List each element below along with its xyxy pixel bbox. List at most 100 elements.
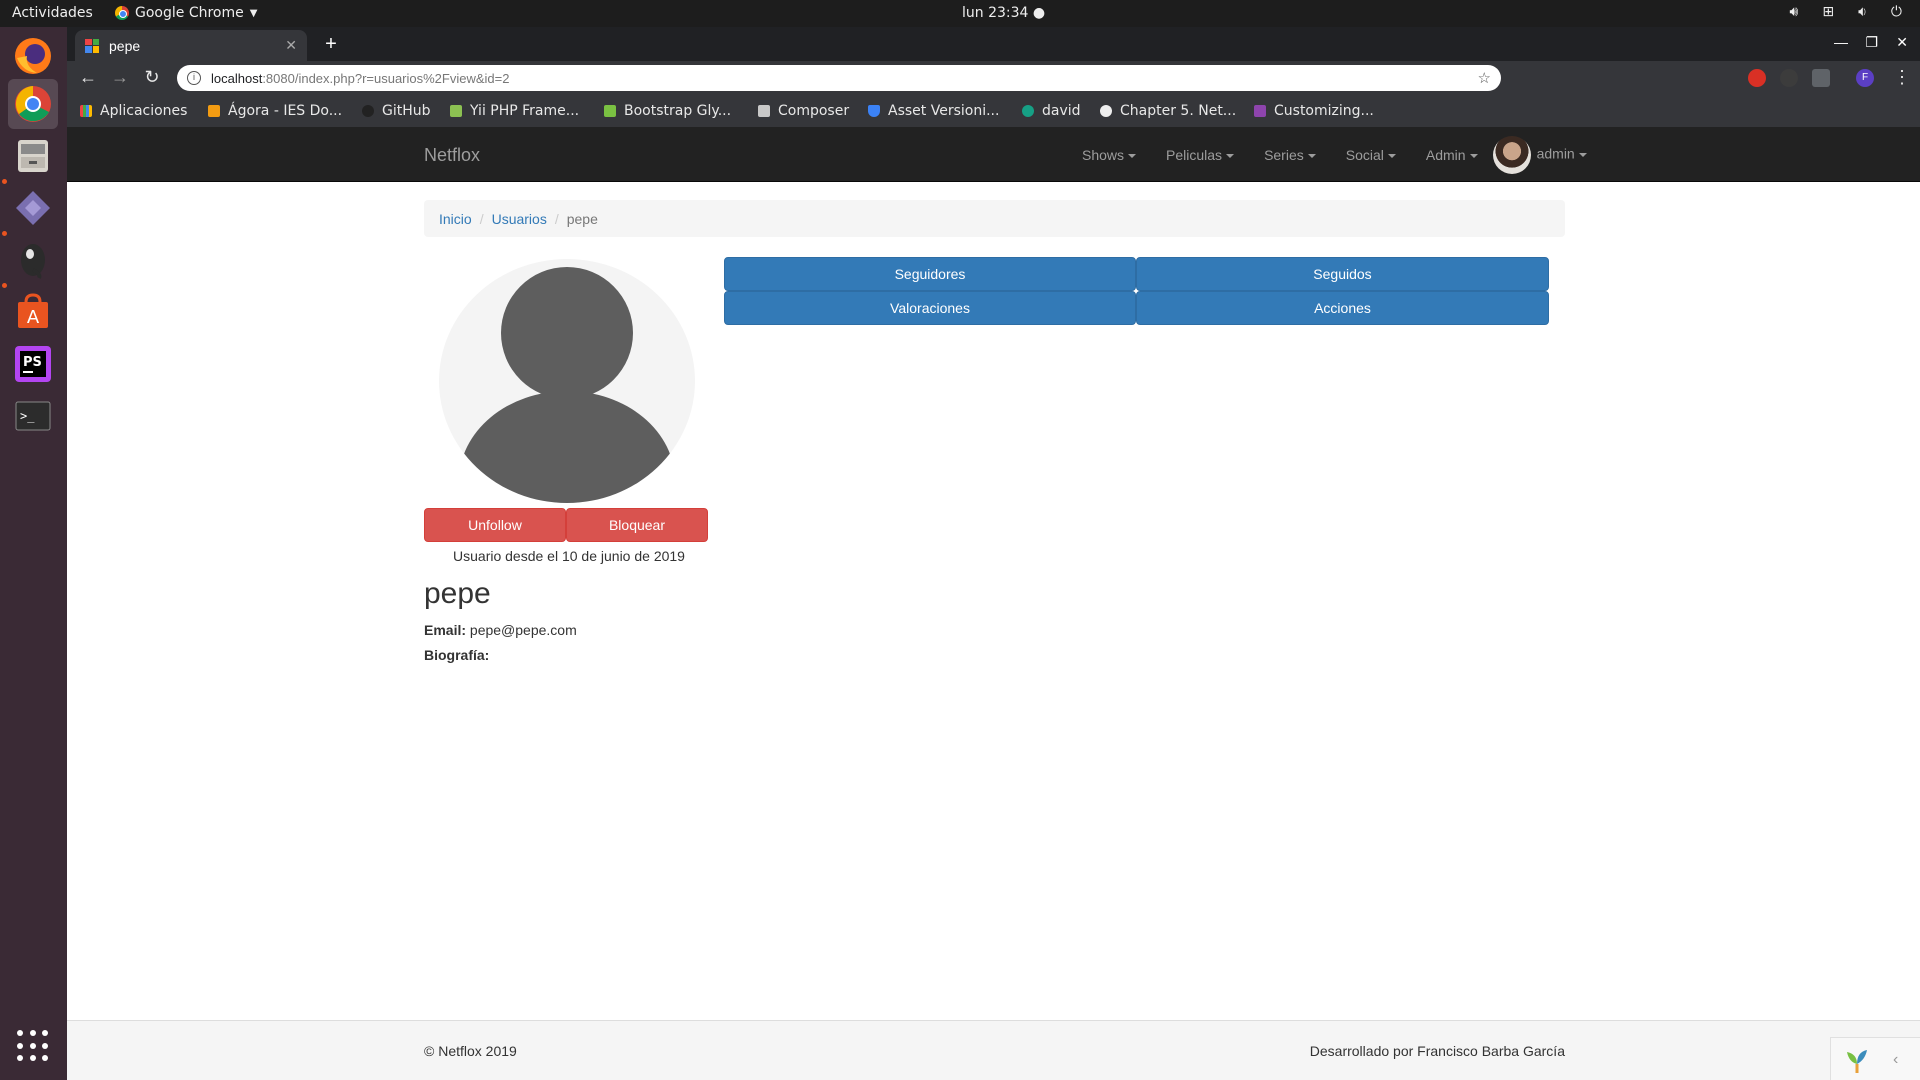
svg-text:>_: >_ <box>20 409 35 423</box>
chrome-launcher[interactable] <box>8 79 58 129</box>
files-launcher[interactable] <box>8 131 58 181</box>
followers-button[interactable]: Seguidores <box>724 257 1136 291</box>
address-bar[interactable]: i localhost:8080/index.php?r=usuarios%2F… <box>177 65 1501 91</box>
show-applications-button[interactable] <box>17 1030 49 1062</box>
back-icon[interactable]: ← <box>77 67 99 88</box>
extension-red-icon[interactable] <box>1748 69 1766 87</box>
bookmark-item[interactable]: Composer <box>758 103 849 119</box>
bookmark-item[interactable]: Customizing... <box>1254 103 1374 119</box>
site-footer: © Netflox 2019 Desarrollado por Francisc… <box>67 1020 1920 1080</box>
chrome-icon <box>15 86 51 122</box>
bookmark-label: Bootstrap Gly... <box>624 103 732 119</box>
power-icon[interactable]: ⏻ <box>1891 4 1902 20</box>
profile-avatar-placeholder <box>439 259 695 503</box>
nav-label: Social <box>1345 146 1384 163</box>
breadcrumb-separator: / <box>479 210 484 227</box>
extension-grid-icon[interactable] <box>1812 69 1830 87</box>
ratings-button[interactable]: Valoraciones <box>724 291 1136 325</box>
software-center-launcher[interactable]: A <box>8 287 58 337</box>
volume-icon[interactable]: 🔉︎ <box>1858 4 1867 20</box>
new-tab-button[interactable]: + <box>319 34 343 54</box>
bookmark-item[interactable]: Ágora - IES Do... <box>208 103 342 119</box>
actions-button[interactable]: Acciones <box>1136 291 1549 325</box>
firefox-icon <box>15 38 51 74</box>
nav-item-shows[interactable]: Shows <box>1067 147 1151 163</box>
gitkraken-launcher[interactable] <box>8 183 58 233</box>
nav-item-admin[interactable]: Admin <box>1411 147 1493 163</box>
clock[interactable]: lun 23:34 ● <box>962 5 1045 21</box>
nav-item-series[interactable]: Series <box>1249 147 1331 163</box>
svg-text:A: A <box>27 307 40 328</box>
minimize-icon[interactable]: — <box>1834 34 1848 50</box>
following-button[interactable]: Seguidos <box>1136 257 1549 291</box>
email-value: pepe@pepe.com <box>469 622 577 638</box>
bookmark-label: Customizing... <box>1274 103 1374 119</box>
browser-tab[interactable]: pepe ✕ <box>75 30 307 61</box>
bookmark-item[interactable]: Yii PHP Frame... <box>450 103 579 119</box>
footer-credits: Desarrollado por Francisco Barba García <box>1309 1043 1565 1059</box>
nav-label: Admin <box>1425 146 1466 163</box>
menu-kebab-icon[interactable]: ⋮ <box>1891 67 1913 88</box>
bookmarks-bar: Aplicaciones Ágora - IES Do... GitHub Yi… <box>67 95 1920 127</box>
bookmark-label: Chapter 5. Net... <box>1120 103 1237 119</box>
bookmark-label: Composer <box>778 103 850 119</box>
web-page: Netflox Shows Peliculas Series Social Ad… <box>67 127 1920 1080</box>
running-indicator <box>2 283 7 288</box>
forward-icon[interactable]: → <box>109 67 131 88</box>
network-icon[interactable]: ⊞ <box>1822 4 1834 20</box>
system-tray[interactable]: 🔊︎ ⊞ 🔉︎ ⏻ <box>1790 4 1902 20</box>
breadcrumb-current: pepe <box>566 210 598 227</box>
email-label: Email: <box>424 622 467 638</box>
shield-icon <box>868 105 880 117</box>
bookmark-item[interactable]: Bootstrap Gly... <box>604 103 731 119</box>
extension-dark-icon[interactable] <box>1780 69 1798 87</box>
caret-down-icon <box>1578 152 1587 157</box>
footer-copyright: © Netflox 2019 <box>424 1043 517 1059</box>
browser-tab-strip: pepe ✕ + — ❐ ✕ <box>67 27 1920 61</box>
running-indicator <box>2 231 7 236</box>
bookmark-item[interactable]: Aplicaciones <box>80 103 187 119</box>
nav-item-social[interactable]: Social <box>1331 147 1411 163</box>
restore-icon[interactable]: ❐ <box>1865 34 1878 51</box>
url-host: localhost <box>211 70 263 86</box>
bookmark-item[interactable]: Asset Versioni... <box>868 103 999 119</box>
speaker-icon[interactable]: 🔊︎ <box>1790 4 1799 20</box>
bookmark-label: Asset Versioni... <box>888 103 1000 119</box>
nav-user-menu[interactable]: admin <box>1492 135 1602 174</box>
info-icon[interactable]: i <box>187 71 201 85</box>
github-icon <box>362 105 374 117</box>
avatar <box>1492 135 1531 174</box>
chrome-icon <box>115 6 129 20</box>
bookmark-label: Aplicaciones <box>100 103 188 119</box>
bookmark-item[interactable]: david <box>1022 103 1081 119</box>
nav-label: Shows <box>1082 146 1125 163</box>
breadcrumb-home-link[interactable]: Inicio <box>439 211 472 227</box>
bookmark-item[interactable]: Chapter 5. Net... <box>1100 103 1236 119</box>
nav-label: Peliculas <box>1166 146 1223 163</box>
close-window-icon[interactable]: ✕ <box>1896 34 1908 51</box>
site-brand[interactable]: Netflox <box>424 145 480 166</box>
nav-item-peliculas[interactable]: Peliculas <box>1151 147 1249 163</box>
caret-down-icon <box>1387 153 1396 158</box>
terminal-launcher[interactable]: >_ <box>8 391 58 441</box>
bookmark-item[interactable]: GitHub <box>362 103 431 119</box>
chevron-left-icon[interactable]: ‹ <box>1893 1051 1898 1069</box>
h-icon <box>1254 105 1266 117</box>
phpstorm-launcher[interactable]: PS <box>8 339 58 389</box>
yii-favicon-icon <box>85 38 99 53</box>
unfollow-button[interactable]: Unfollow <box>424 508 566 542</box>
running-indicator <box>2 179 7 184</box>
app-menu[interactable]: Google Chrome ▼ <box>115 5 257 21</box>
activities-button[interactable]: Actividades <box>12 5 93 21</box>
block-button[interactable]: Bloquear <box>566 508 708 542</box>
pgadmin-launcher[interactable] <box>8 235 58 285</box>
bootstrap-icon <box>604 105 616 117</box>
star-icon[interactable]: ☆ <box>1478 69 1491 87</box>
url-path: :8080/index.php?r=usuarios%2Fview&id=2 <box>262 70 510 86</box>
profile-avatar[interactable]: F <box>1856 69 1874 87</box>
close-icon[interactable]: ✕ <box>285 37 297 54</box>
breadcrumb-users-link[interactable]: Usuarios <box>492 211 547 227</box>
firefox-launcher[interactable] <box>8 31 58 81</box>
reload-icon[interactable]: ↻ <box>141 67 163 88</box>
yii-debug-toolbar[interactable]: ‹ <box>1830 1037 1920 1080</box>
